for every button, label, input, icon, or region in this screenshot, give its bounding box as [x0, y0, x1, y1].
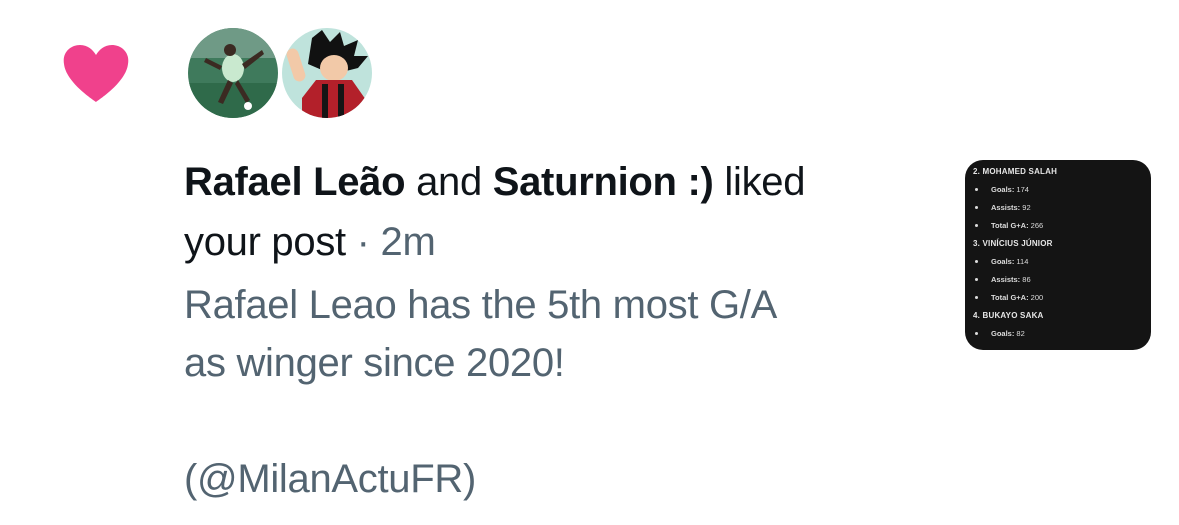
- thumbnail-stat-row: Assists: 86: [973, 274, 1147, 292]
- timestamp: 2m: [380, 220, 436, 264]
- stat-key: Assists:: [991, 275, 1021, 284]
- heart-icon: [62, 44, 130, 104]
- thumbnail-player-heading: 2. MOHAMED SALAH: [973, 167, 1058, 176]
- thumbnail-stat-row: Total G+A: 200: [973, 292, 1147, 310]
- liker-avatars: [188, 28, 372, 118]
- thumbnail-player-heading: 3. VINÍCIUS JÚNIOR: [973, 239, 1053, 248]
- thumbnail-stat-row: Goals: 174: [973, 184, 1147, 202]
- bullet-icon: [975, 296, 978, 299]
- stat-key: Total G+A:: [991, 221, 1029, 230]
- bullet-icon: [975, 188, 978, 191]
- bullet-icon: [975, 260, 978, 263]
- stat-key: Goals:: [991, 329, 1015, 338]
- thumbnail-stat-row: Goals: 114: [973, 256, 1147, 274]
- thumbnail-content: 2. MOHAMED SALAH Goals: 174 Assists: 92 Tot…: [973, 166, 1147, 346]
- avatar-saturnion[interactable]: [282, 28, 372, 118]
- bullet-icon: [975, 224, 978, 227]
- post-text-line-1: Rafael Leao has the 5th most G/A: [184, 283, 777, 327]
- stat-key: Goals:: [991, 185, 1015, 194]
- stat-value: 114: [1014, 257, 1029, 266]
- stat-key: Total G+A:: [991, 293, 1029, 302]
- bullet-icon: [975, 278, 978, 281]
- post-image-thumbnail[interactable]: 2. MOHAMED SALAH Goals: 174 Assists: 92 Tot…: [965, 160, 1151, 350]
- notification-headline[interactable]: Rafael Leão and Saturnion :) liked your …: [184, 152, 924, 272]
- post-text-line-2: as winger since 2020!: [184, 341, 565, 385]
- action-text: liked: [724, 160, 806, 204]
- stat-value: 86: [1020, 275, 1031, 284]
- bullet-icon: [975, 332, 978, 335]
- thumbnail-stat-row: Goals: 82: [973, 328, 1147, 346]
- stat-value: 266: [1028, 221, 1044, 230]
- thumbnail-stat-row: Total G+A: 266: [973, 220, 1147, 238]
- separator: ·: [356, 220, 370, 264]
- stat-value: 174: [1014, 185, 1029, 194]
- avatar-rafael-leao[interactable]: [188, 28, 278, 118]
- stat-value: 82: [1014, 329, 1025, 338]
- post-text-line-3: (@MilanActuFR): [184, 457, 476, 501]
- conjunction: and: [416, 160, 482, 204]
- bullet-icon: [975, 206, 978, 209]
- action-text-2: your post: [184, 220, 346, 264]
- stat-key: Assists:: [991, 203, 1021, 212]
- actor-name-2[interactable]: Saturnion :): [493, 160, 714, 204]
- stat-value: 200: [1028, 293, 1044, 302]
- post-preview[interactable]: Rafael Leao has the 5th most G/A as wing…: [184, 276, 924, 508]
- actor-name-1[interactable]: Rafael Leão: [184, 160, 406, 204]
- thumbnail-player-heading: 4. BUKAYO SAKA: [973, 311, 1044, 320]
- stat-key: Goals:: [991, 257, 1015, 266]
- stat-value: 92: [1020, 203, 1031, 212]
- thumbnail-stat-row: Assists: 92: [973, 202, 1147, 220]
